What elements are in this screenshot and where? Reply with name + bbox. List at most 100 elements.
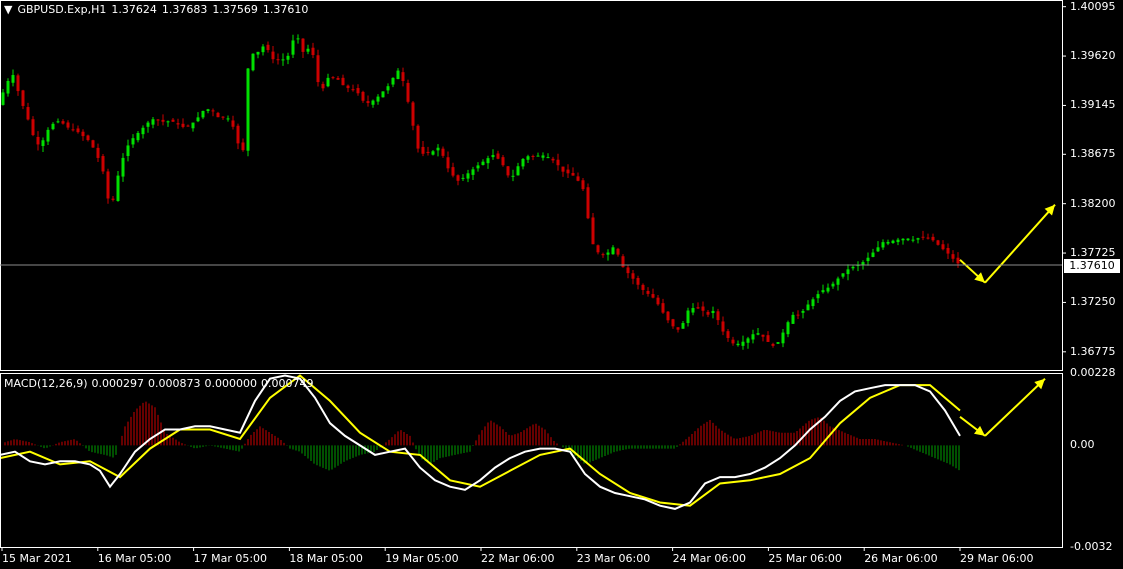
candle-body [521,158,525,167]
time-tick-label: 15 Mar 2021 [2,552,72,565]
candle-body [641,284,645,290]
candle-body [386,86,390,91]
candle-body [546,157,550,159]
candle-body [516,166,520,176]
candle-body [296,38,300,40]
candle-body [146,122,150,127]
time-tick-label: 17 Mar 05:00 [193,552,268,565]
candle-body [256,51,260,55]
candle-body [76,128,80,133]
candle-body [921,236,925,238]
candle-body [796,314,800,316]
candle-body [951,254,955,259]
candle-body [331,77,335,79]
candle-body [511,175,515,177]
candle-body [721,321,725,332]
candle-body [1,92,5,105]
candle-body [551,158,555,161]
candle-body [766,335,770,342]
candle-body [466,173,470,179]
candle-body [866,257,870,262]
candle-body [176,123,180,125]
time-tick-label: 18 Mar 05:00 [289,552,363,565]
candle-body [671,319,675,327]
candle-body [211,110,215,112]
candle-body [371,100,375,105]
candle-body [416,125,420,149]
candle-body [281,59,285,61]
candle-body [336,77,340,80]
candle-body [691,308,695,313]
candle-body [56,121,60,123]
candle-body [461,177,465,179]
price-tick-label: 1.37725 [1070,246,1116,260]
macd-tick-label: -0.0032 [1070,540,1113,553]
candle-body [31,119,35,136]
candle-body [196,117,200,122]
candle-body [601,254,605,256]
candle-body [936,240,940,245]
high-value: 1.37683 [161,3,208,16]
candle-body [61,121,65,124]
candle-body [136,132,140,141]
candle-body [576,176,580,181]
candle-body [901,238,905,241]
price-arrow-1 [984,204,1056,284]
candle-body [346,85,350,89]
time-tick-label: 24 Mar 06:00 [672,552,747,565]
candle-body [711,310,715,314]
price-tick-label: 1.37250 [1070,295,1116,309]
candle-body [776,342,780,344]
candle-body [561,166,565,172]
price-annotations [959,204,1056,284]
signal-line [0,374,961,507]
candle-body [91,140,95,148]
macd-arrow-1 [984,377,1046,437]
candle-body [186,125,190,127]
candle-body [876,247,880,252]
macd-value-2: 0.000000 [204,377,258,390]
candle-body [216,112,220,118]
candle-body [276,59,280,61]
candle-body [406,82,410,102]
candle-body [166,121,170,123]
candle-body [161,119,165,122]
candle-body [746,338,750,343]
candle-body [591,217,595,245]
candle-body [151,119,155,125]
candle-body [131,138,135,145]
candle-body [861,262,865,265]
price-pane-border [0,0,1063,371]
candle-body [926,237,930,239]
candle-body [956,257,960,264]
candle-body [686,310,690,324]
dropdown-triangle-icon[interactable]: ▼ [4,3,12,16]
candle-body [391,77,395,85]
candle-body [376,96,380,102]
candle-body [361,91,365,101]
candle-body [341,77,345,86]
candle-body [491,155,495,158]
chart-canvas[interactable] [0,0,1123,569]
candle-body [701,306,705,311]
macd-value-0: 0.000297 [91,377,145,390]
candle-body [381,91,385,98]
candle-body [441,148,445,156]
candle-body [536,155,540,157]
candle-body [231,120,235,127]
candle-body [41,140,45,146]
close-value: 1.37610 [262,3,309,16]
candle-body [236,125,240,144]
symbol-label: GBPUSD.Exp,H1 [17,3,107,16]
candle-body [116,175,120,201]
candle-body [106,171,110,199]
candle-body [566,169,570,174]
candle-body [81,131,85,137]
price-tick-label: 1.39620 [1070,49,1116,63]
candle-body [191,122,195,129]
candle-body [661,303,665,313]
candle-body [741,341,745,346]
symbol-header: ▼ GBPUSD.Exp,H1 1.37624 1.37683 1.37569 1.376… [4,3,313,16]
candle-body [771,343,775,346]
candle-body [636,278,640,285]
